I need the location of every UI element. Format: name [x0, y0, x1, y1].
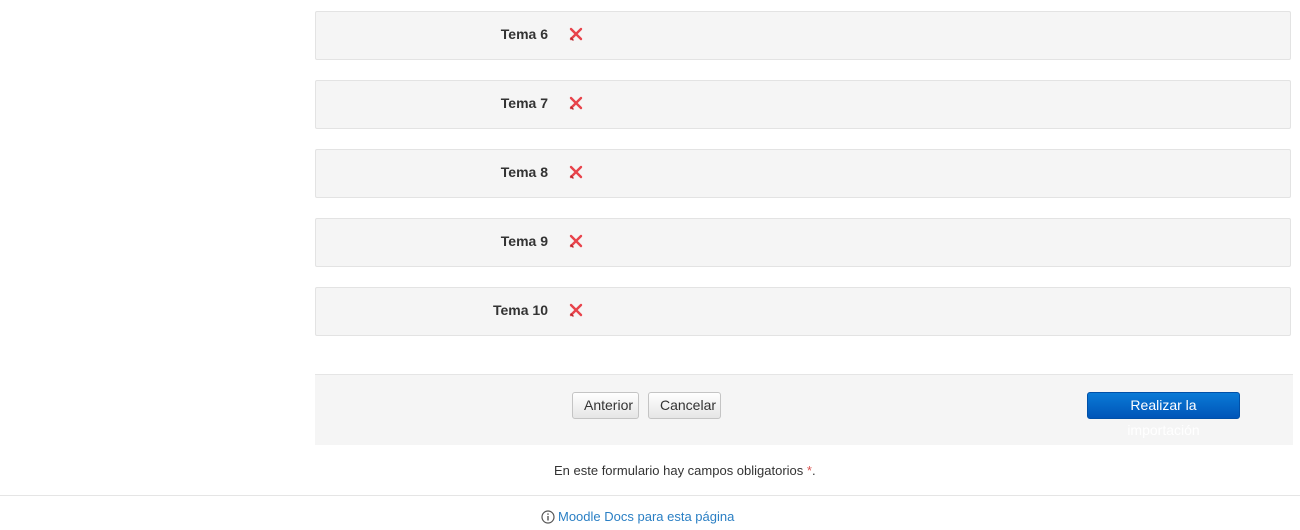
cancel-button[interactable]: Cancelar	[648, 392, 721, 419]
import-schema-page: Tema 6 Tema 7 Tema 8 Tema 9 Tema 10 Ante…	[0, 0, 1300, 530]
excluded-x-icon	[569, 27, 583, 41]
topic-label: Tema 9	[500, 233, 548, 249]
required-note-text: En este formulario hay campos obligatori…	[554, 463, 804, 478]
moodle-docs-link-text: Moodle Docs para esta página	[558, 508, 735, 524]
required-note-period: .	[811, 463, 816, 478]
perform-import-button[interactable]: Realizar la importación	[1087, 392, 1240, 438]
topic-row-7: Tema 7	[315, 80, 1291, 129]
info-circle-icon	[541, 510, 555, 524]
moodle-docs-link[interactable]: Moodle Docs para esta página	[541, 508, 734, 524]
excluded-x-icon	[569, 234, 583, 248]
form-actions-bar: Anterior Cancelar Realizar la importació…	[315, 374, 1293, 445]
topic-label: Tema 7	[500, 95, 548, 111]
topic-row-6: Tema 6	[315, 11, 1291, 60]
excluded-x-icon	[569, 165, 583, 179]
topic-label: Tema 8	[500, 164, 548, 180]
previous-button[interactable]: Anterior	[572, 392, 639, 419]
topic-row-10: Tema 10	[315, 287, 1291, 336]
footer-divider	[0, 495, 1300, 496]
topic-label: Tema 10	[493, 302, 548, 318]
excluded-x-icon	[569, 96, 583, 110]
topic-label: Tema 6	[500, 26, 548, 42]
topic-row-8: Tema 8	[315, 149, 1291, 198]
topic-row-9: Tema 9	[315, 218, 1291, 267]
excluded-x-icon	[569, 303, 583, 317]
